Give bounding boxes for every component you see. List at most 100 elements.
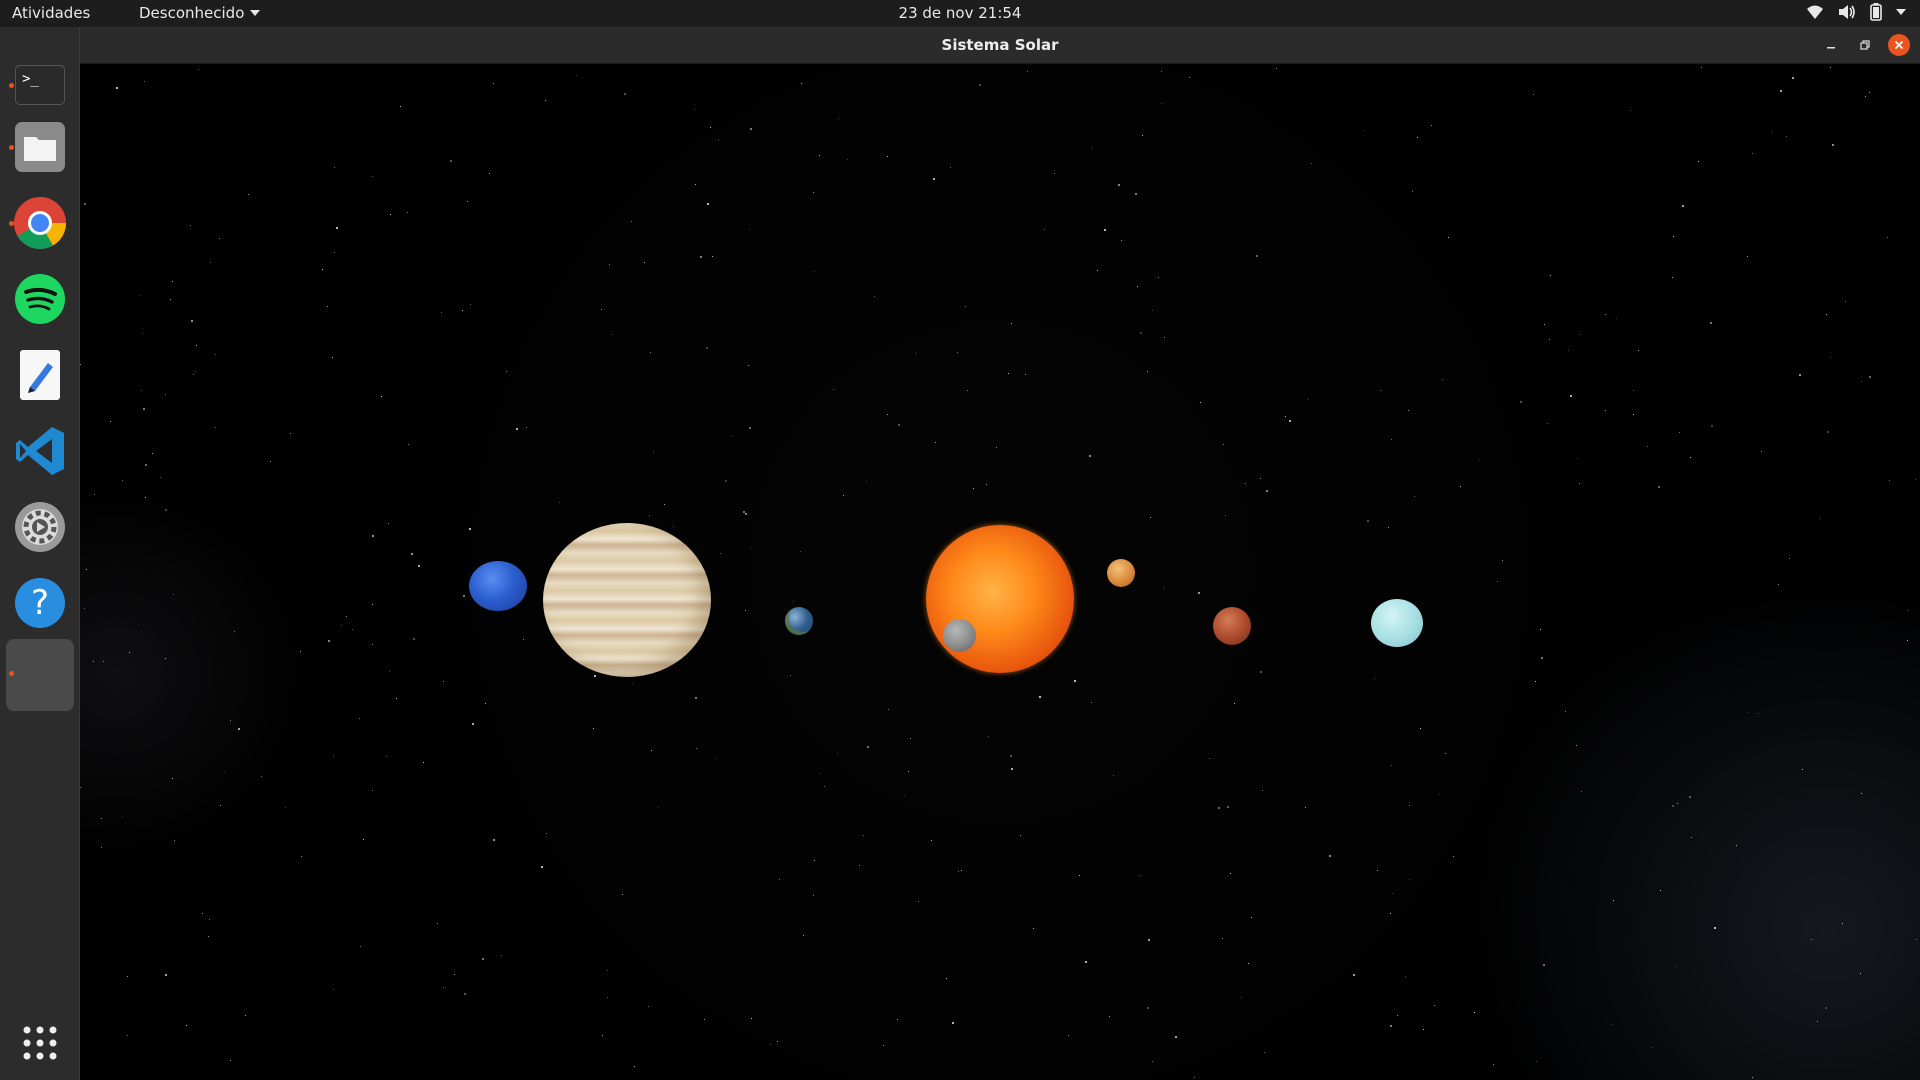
dock-item-help[interactable]: ? [6, 569, 74, 637]
star [1789, 558, 1790, 559]
star [103, 661, 104, 662]
planet-mercury[interactable] [943, 619, 976, 652]
planet-neptune[interactable] [469, 561, 527, 611]
star [863, 835, 864, 836]
running-indicator [9, 671, 14, 676]
star [493, 83, 494, 84]
star [634, 1066, 635, 1067]
star [952, 1022, 954, 1024]
star [1679, 432, 1680, 433]
star [950, 167, 951, 168]
star [336, 227, 338, 229]
star [916, 353, 917, 354]
star [1147, 1007, 1149, 1009]
star [165, 658, 166, 659]
star [1832, 144, 1834, 146]
star [1576, 745, 1577, 746]
dock-item-files[interactable] [6, 113, 74, 181]
star [824, 786, 825, 787]
dock-item-chrome[interactable] [6, 189, 74, 257]
star [1364, 130, 1365, 131]
star [1752, 153, 1753, 154]
star [523, 639, 524, 640]
show-applications-button[interactable] [6, 1009, 74, 1077]
star [1175, 1036, 1177, 1038]
star [593, 728, 594, 729]
star [1761, 451, 1762, 452]
dock-item-terminal[interactable]: >_ [6, 51, 74, 119]
star [285, 807, 286, 808]
star [1390, 1025, 1392, 1027]
sun[interactable] [926, 525, 1074, 673]
star [612, 334, 613, 335]
help-icon: ? [15, 578, 65, 628]
clock[interactable]: 23 de nov 21:54 [899, 4, 1022, 22]
star [609, 264, 610, 265]
star [1916, 939, 1917, 940]
minimize-button[interactable] [1820, 34, 1842, 56]
star [602, 1035, 603, 1036]
star [84, 608, 85, 609]
star [1579, 483, 1580, 484]
star [165, 509, 167, 511]
star [352, 629, 353, 630]
star [388, 523, 389, 524]
star [1161, 71, 1162, 72]
planet-venus[interactable] [1107, 559, 1135, 587]
star [770, 1044, 771, 1045]
dock-item-spotify[interactable] [6, 265, 74, 333]
dock-item-current-app[interactable] [6, 639, 74, 711]
star [1074, 680, 1076, 682]
star [800, 551, 801, 552]
window-titlebar[interactable]: Sistema Solar [80, 27, 1920, 64]
star [290, 433, 291, 434]
star [127, 1035, 128, 1036]
star [1209, 758, 1210, 759]
planet-earth[interactable] [785, 607, 813, 635]
planet-jupiter[interactable] [543, 523, 711, 677]
star [1142, 135, 1143, 136]
star [946, 978, 947, 979]
star [1605, 410, 1606, 411]
star [1799, 374, 1801, 376]
star [1698, 161, 1699, 162]
star [1397, 1015, 1398, 1016]
star [607, 970, 608, 971]
system-tray[interactable] [1806, 3, 1906, 21]
star [1660, 890, 1661, 891]
star [1367, 520, 1369, 522]
star [462, 310, 463, 311]
star [814, 271, 815, 272]
solar-system-canvas[interactable] [80, 64, 1920, 1080]
close-button[interactable] [1888, 34, 1910, 56]
star [1544, 324, 1545, 325]
star [749, 229, 750, 230]
star [898, 424, 900, 426]
dock-item-text-editor[interactable] [6, 341, 74, 409]
star [390, 214, 391, 215]
star [1256, 255, 1258, 257]
star [1780, 90, 1782, 92]
dock-item-vscode[interactable] [6, 417, 74, 485]
star [443, 987, 444, 988]
activities-button[interactable]: Atividades [12, 4, 90, 22]
app-menu[interactable]: Desconhecido [139, 4, 261, 22]
maximize-button[interactable] [1854, 34, 1876, 56]
star [996, 447, 997, 448]
star [145, 497, 146, 498]
star [411, 553, 413, 555]
star [1861, 381, 1862, 382]
star [745, 610, 746, 611]
star [129, 652, 130, 653]
dock-item-settings[interactable] [6, 493, 74, 561]
planet-uranus[interactable] [1371, 599, 1423, 647]
star [1137, 286, 1138, 287]
terminal-glyph: >_ [22, 71, 39, 87]
star [1092, 148, 1093, 149]
close-icon [1894, 40, 1904, 50]
star [720, 553, 721, 554]
star [1830, 67, 1831, 68]
star [1541, 657, 1543, 659]
star [1690, 457, 1691, 458]
planet-mars[interactable] [1213, 607, 1251, 645]
